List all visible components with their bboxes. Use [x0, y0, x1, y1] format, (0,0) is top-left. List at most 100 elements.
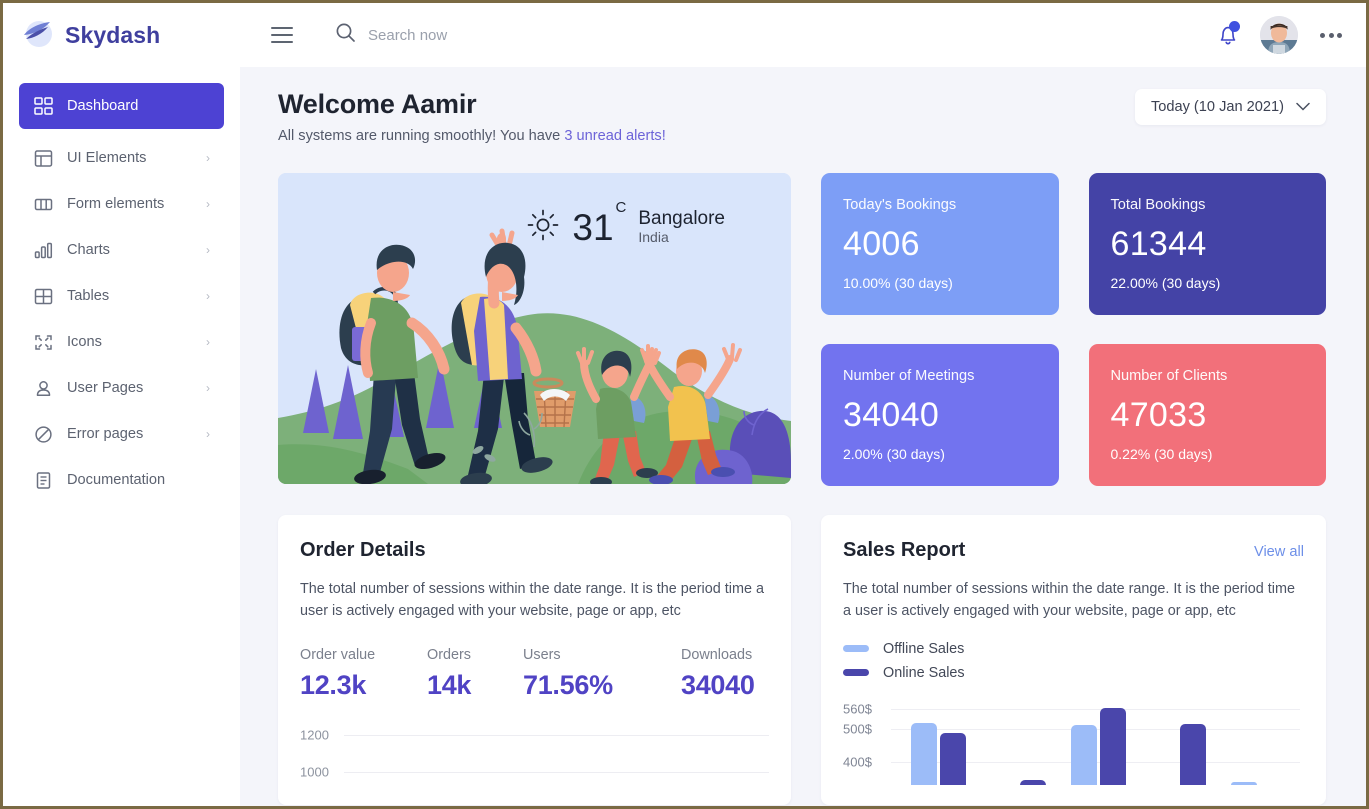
sidebar-item-form-elements[interactable]: Form elements ›: [19, 181, 224, 227]
unread-alerts-link[interactable]: 3 unread alerts!: [564, 128, 665, 144]
stat-card-number-of-meetings[interactable]: Number of Meetings 34040 2.00% (30 days): [821, 344, 1059, 486]
stat-cards: Today's Bookings 4006 10.00% (30 days) T…: [821, 173, 1326, 486]
sidebar-item-label: UI Elements: [67, 150, 147, 166]
sidebar: Dashboard UI Elements › Form elements › …: [3, 67, 240, 806]
bar-group: [979, 693, 1059, 785]
sidebar-item-icons[interactable]: Icons ›: [19, 319, 224, 365]
chevron-right-icon: ›: [206, 197, 210, 211]
sales-bar-chart: 560$ 500$ 400$: [843, 693, 1304, 785]
sidebar-item-label: Charts: [67, 242, 110, 258]
sidebar-item-documentation[interactable]: Documentation: [19, 457, 224, 503]
metric-orders: Orders 14k: [427, 647, 523, 701]
user-icon: [33, 378, 53, 398]
metric-label: Order value: [300, 646, 376, 663]
sun-icon: [526, 208, 560, 247]
metric-label: Downloads: [681, 646, 753, 663]
stat-card-total-bookings[interactable]: Total Bookings 61344 22.00% (30 days): [1088, 173, 1326, 315]
sidebar-item-label: Dashboard: [67, 98, 139, 114]
stat-card-number-of-clients[interactable]: Number of Clients 47033 0.22% (30 days): [1088, 344, 1326, 486]
bar-online[interactable]: [1020, 779, 1047, 785]
bar-offline[interactable]: [911, 722, 938, 785]
order-details-chart: 1200 1000: [300, 717, 769, 779]
bar-chart-icon: [33, 240, 53, 260]
metric-value: 34040: [681, 669, 755, 700]
metric-value: 12.3k: [300, 669, 367, 700]
chevron-right-icon: ›: [206, 381, 210, 395]
page-subtitle: All systems are running smoothly! You ha…: [278, 128, 666, 144]
metric-value: 71.56%: [523, 669, 613, 700]
sales-report-legend: Offline Sales Online Sales: [843, 641, 1304, 681]
notification-badge: [1229, 21, 1240, 32]
weather-city: Bangalore: [638, 207, 725, 229]
weather-widget: 31 C Bangalore India: [526, 199, 725, 248]
bar-offline[interactable]: [1230, 781, 1257, 785]
metric-label: Orders: [427, 646, 471, 663]
sidebar-item-dashboard[interactable]: Dashboard: [19, 83, 224, 129]
page-subtitle-text: All systems are running smoothly! You ha…: [278, 128, 565, 144]
sidebar-item-label: User Pages: [67, 380, 144, 396]
order-details-header: Order Details: [300, 539, 769, 562]
chevron-right-icon: ›: [206, 289, 210, 303]
overview-row: 31 C Bangalore India Today's Bookings 40…: [278, 173, 1326, 486]
crosshair-icon: [33, 332, 53, 352]
bar-online[interactable]: [1099, 707, 1126, 785]
reports-row: Order Details The total number of sessio…: [278, 515, 1326, 805]
weather-temperature-block: 31 C: [572, 199, 626, 248]
topbar-actions: [1216, 16, 1344, 54]
top-navbar: Skydash: [3, 3, 1366, 67]
stat-delta: 10.00% (30 days): [843, 275, 953, 291]
date-filter-dropdown[interactable]: Today (10 Jan 2021): [1134, 89, 1326, 125]
legend-swatch: [843, 669, 869, 677]
sidebar-item-user-pages[interactable]: User Pages ›: [19, 365, 224, 411]
sales-report-card: Sales Report View all The total number o…: [821, 515, 1326, 805]
weather-temperature: 31: [572, 207, 614, 248]
metric-downloads: Downloads 34040: [681, 647, 755, 701]
view-all-link[interactable]: View all: [1254, 544, 1304, 560]
bar-offline[interactable]: [1070, 724, 1097, 785]
stat-delta: 0.22% (30 days): [1110, 446, 1213, 462]
bar-online[interactable]: [940, 732, 967, 785]
search-icon: [335, 22, 356, 48]
sidebar-item-label: Icons: [67, 334, 102, 350]
stat-card-todays-bookings[interactable]: Today's Bookings 4006 10.00% (30 days): [821, 173, 1059, 315]
main-content: Welcome Aamir All systems are running sm…: [240, 67, 1366, 806]
stat-label: Number of Clients: [1110, 368, 1228, 384]
sidebar-item-error-pages[interactable]: Error pages ›: [19, 411, 224, 457]
date-filter-label: Today (10 Jan 2021): [1150, 99, 1284, 115]
dashboard-app: Skydash Search now Dashboard UI Elements…: [0, 0, 1369, 809]
hamburger-menu-icon[interactable]: [271, 27, 293, 43]
stat-value: 61344: [1110, 225, 1207, 263]
chevron-right-icon: ›: [206, 427, 210, 441]
metric-label: Users: [523, 646, 561, 663]
document-icon: [33, 470, 53, 490]
card-title: Order Details: [300, 539, 426, 561]
bar-group: [1218, 693, 1298, 785]
bar-online[interactable]: [1179, 723, 1206, 785]
search-input[interactable]: [368, 26, 668, 44]
brand-name: Skydash: [65, 21, 161, 48]
page-header: Welcome Aamir All systems are running sm…: [278, 89, 1326, 144]
wing-logo-icon: [21, 18, 55, 52]
user-avatar[interactable]: [1260, 16, 1298, 54]
order-details-description: The total number of sessions within the …: [300, 581, 764, 619]
sidebar-item-ui-elements[interactable]: UI Elements ›: [19, 135, 224, 181]
legend-swatch: [843, 645, 869, 653]
metric-order-value: Order value 12.3k: [300, 647, 427, 701]
more-horizontal-icon[interactable]: [1318, 27, 1344, 44]
page-title: Welcome Aamir: [278, 89, 477, 119]
sidebar-item-tables[interactable]: Tables ›: [19, 273, 224, 319]
bell-icon[interactable]: [1216, 21, 1240, 48]
order-details-card: Order Details The total number of sessio…: [278, 515, 791, 805]
stat-value: 34040: [843, 396, 940, 434]
sidebar-item-charts[interactable]: Charts ›: [19, 227, 224, 273]
bar-plot-area: [899, 693, 1298, 785]
weather-country: India: [638, 229, 669, 246]
chevron-right-icon: ›: [206, 335, 210, 349]
card-title: Sales Report: [843, 539, 966, 561]
brand-logo-area[interactable]: Skydash: [21, 18, 221, 52]
grid-icon: [33, 96, 53, 116]
bar-group: [1059, 693, 1139, 785]
gridline: [344, 771, 769, 773]
sidebar-item-label: Form elements: [67, 196, 165, 212]
slash-circle-icon: [33, 424, 53, 444]
